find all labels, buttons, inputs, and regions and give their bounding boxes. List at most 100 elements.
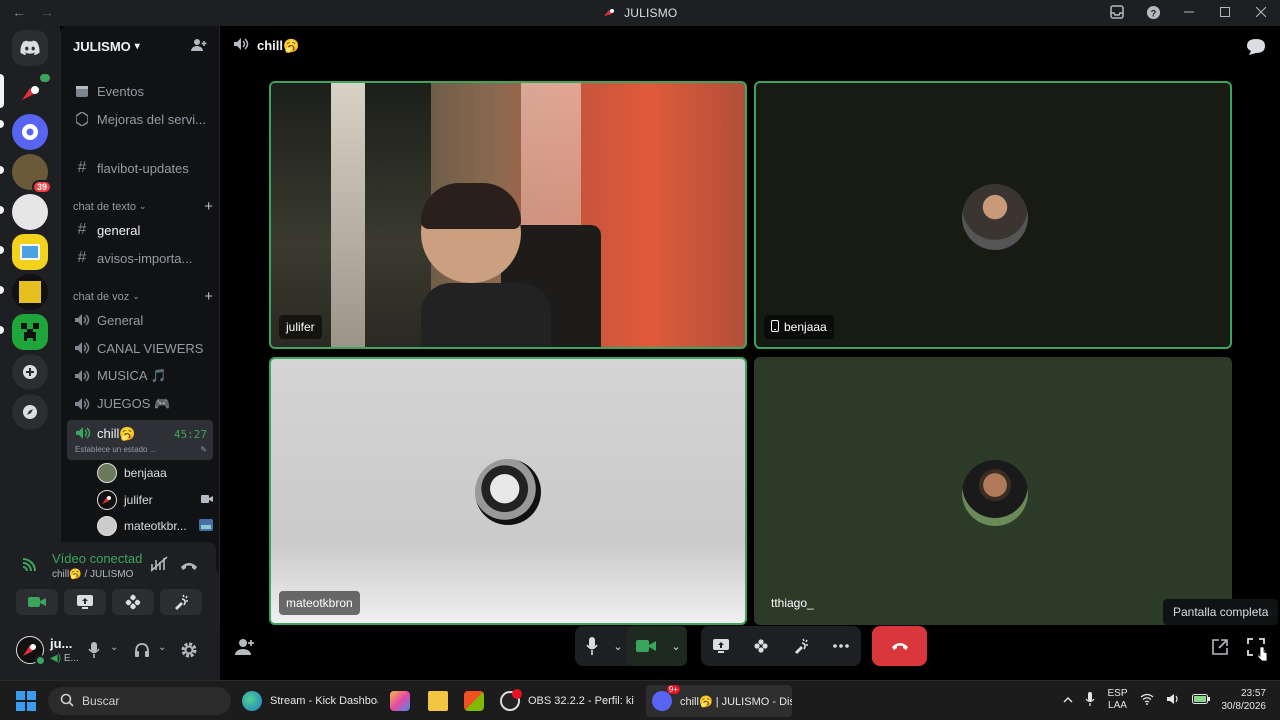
tile-name: mateotkbron [286, 596, 353, 610]
screen-share-button[interactable] [64, 589, 106, 615]
set-status-hint[interactable]: Establece un estado ... [75, 445, 156, 454]
disconnect-icon[interactable] [180, 558, 198, 576]
video-tile-julifer[interactable]: julifer [269, 81, 747, 349]
mouse-cursor-icon [1257, 646, 1269, 667]
hash-icon: # [77, 221, 87, 238]
category-label: chat de voz [73, 290, 130, 303]
video-tile-mateotkbron[interactable]: mateotkbron [269, 357, 747, 625]
maximize-icon[interactable] [1216, 3, 1234, 21]
add-server-icon[interactable] [12, 354, 48, 390]
chevron-down-icon[interactable]: ⌄ [609, 626, 627, 666]
taskbar-app-edge[interactable]: Stream - Kick Dashboard [240, 685, 378, 717]
server-yellow[interactable] [12, 234, 48, 270]
minimize-icon[interactable] [1180, 3, 1198, 21]
wifi-icon[interactable] [1140, 693, 1154, 708]
video-tile-benjaaa[interactable]: benjaaa [754, 81, 1232, 349]
voice-member[interactable]: julifer [97, 489, 213, 511]
taskbar-search[interactable]: Buscar [48, 687, 231, 715]
channel-flavibot-updates[interactable]: # flavibot-updates [67, 155, 213, 181]
windows-taskbar: Buscar Stream - Kick Dashboard OBS 32.2.… [0, 680, 1280, 720]
voice-channel-canal-viewers[interactable]: CANAL VIEWERS [67, 335, 213, 361]
channel-label: flavibot-updates [97, 160, 189, 176]
chat-bubble-icon[interactable] [1246, 38, 1266, 61]
pop-out-icon[interactable] [1211, 638, 1229, 661]
taskbar-app-copilot[interactable] [390, 685, 414, 717]
discord-home-icon[interactable] [12, 30, 48, 66]
category-chat-de-voz[interactable]: chat de voz ⌄ + [73, 288, 213, 305]
discover-icon[interactable] [12, 394, 48, 430]
server-minecraft-gold[interactable] [12, 274, 48, 310]
activities-button[interactable] [112, 589, 154, 615]
add-channel-icon[interactable]: + [204, 198, 213, 215]
chevron-down-icon[interactable]: ⌄ [110, 642, 118, 653]
more-options-icon[interactable] [824, 626, 858, 666]
speaker-icon [74, 369, 90, 383]
noise-suppression-icon[interactable] [150, 556, 168, 577]
voice-member[interactable]: benjaaa [97, 462, 213, 484]
server-bot[interactable] [12, 114, 48, 150]
hash-icon: # [77, 249, 87, 266]
windows-start-icon[interactable] [16, 691, 36, 716]
participant-avatar [475, 459, 541, 525]
soundboard-button[interactable] [784, 626, 818, 666]
avatar [97, 463, 117, 483]
store-icon [464, 691, 484, 711]
taskbar-app-obs[interactable]: OBS 32.2.2 - Perfil: kick [500, 685, 634, 717]
settings-gear-icon[interactable] [180, 641, 198, 664]
channel-eventos[interactable]: Eventos [67, 78, 213, 104]
system-clock[interactable]: 23:57 30/8/2026 [1222, 687, 1267, 713]
chevron-down-icon[interactable]: ⌄ [158, 642, 166, 653]
voice-channel-musica[interactable]: MUSICA 🎵 [67, 363, 213, 389]
camera-button[interactable] [16, 589, 58, 615]
category-chat-de-texto[interactable]: chat de texto ⌄ + [73, 198, 213, 215]
microphone-tray-icon[interactable] [1085, 691, 1095, 709]
taskbar-app-explorer[interactable] [428, 685, 452, 717]
chevron-up-icon[interactable] [1063, 695, 1073, 706]
chevron-down-icon[interactable]: ⌄ [665, 626, 687, 666]
speaker-icon [74, 341, 90, 355]
invite-people-icon[interactable] [191, 38, 207, 55]
microphone-icon[interactable] [88, 642, 100, 663]
voice-status-channel[interactable]: chill🥱 / JULISMO [52, 569, 133, 580]
channel-avisos[interactable]: # avisos-importa... [67, 245, 213, 271]
avatar[interactable] [16, 636, 46, 666]
tile-name-label: julifer [279, 315, 322, 339]
pencil-icon[interactable]: ✎ [200, 445, 207, 454]
voice-channel-general[interactable]: General [67, 307, 213, 333]
voice-status-title[interactable]: Vídeo conectado [52, 551, 142, 566]
invite-to-call-icon[interactable] [235, 638, 255, 661]
camera-toggle-button[interactable] [627, 626, 665, 666]
help-icon[interactable]: ? [1144, 3, 1162, 21]
soundboard-button[interactable] [160, 589, 202, 615]
volume-icon[interactable] [1166, 693, 1180, 708]
headphones-icon[interactable] [134, 642, 150, 663]
activities-button[interactable] [744, 626, 778, 666]
input-language[interactable]: ESP LAA [1107, 688, 1127, 712]
taskbar-app-store[interactable] [464, 685, 488, 717]
notification-badge: 9+ [666, 685, 680, 694]
battery-icon[interactable] [1191, 693, 1210, 707]
channel-label: Eventos [97, 83, 144, 99]
taskbar-app-discord[interactable]: 9+ chill🥱 | JULISMO - Discord [646, 685, 792, 717]
server-header[interactable]: JULISMO ▾ [61, 26, 219, 66]
speaker-icon [75, 426, 91, 445]
server-julismo[interactable] [12, 72, 52, 110]
inbox-icon[interactable] [1108, 3, 1126, 21]
channel-general-text[interactable]: # general [67, 217, 213, 243]
mute-button[interactable] [575, 626, 609, 666]
close-icon[interactable] [1252, 3, 1270, 21]
category-label: chat de texto [73, 200, 136, 213]
voice-member[interactable]: mateotkbr... [97, 515, 213, 537]
server-creeper[interactable] [12, 314, 48, 350]
video-tile-tthiago[interactable]: tthiago_ [754, 357, 1232, 625]
add-channel-icon[interactable]: + [204, 288, 213, 305]
voice-channel-chill[interactable]: chill🥱 45:27 Establece un estado ... ✎ [67, 420, 213, 460]
username: ju... [50, 636, 73, 651]
server-voice-active[interactable]: 39 [12, 154, 52, 194]
user-panel: ju... ◀) E... ⌄ ⌄ [0, 626, 220, 680]
screen-share-button[interactable] [704, 626, 738, 666]
hang-up-button[interactable] [872, 626, 927, 666]
channel-mejoras[interactable]: Mejoras del servi... [67, 106, 213, 132]
voice-channel-juegos[interactable]: JUEGOS 🎮 [67, 391, 213, 417]
server-anime[interactable] [12, 194, 48, 230]
